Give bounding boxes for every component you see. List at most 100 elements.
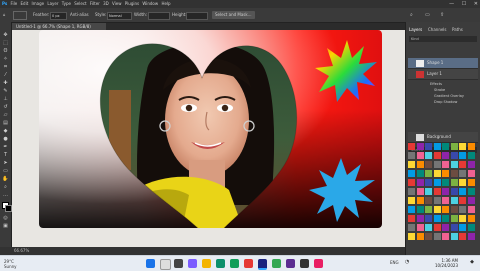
color-swatch[interactable] — [433, 197, 441, 204]
quick-mask-icon[interactable]: ◎ — [2, 215, 9, 221]
magic-wand-icon[interactable]: ✧ — [2, 56, 9, 62]
color-swatch[interactable] — [416, 188, 424, 195]
color-swatch[interactable] — [425, 233, 432, 240]
color-swatch[interactable] — [459, 197, 466, 204]
search-taskbar-icon[interactable] — [160, 259, 171, 270]
color-swatch[interactable] — [459, 161, 466, 168]
photoshop-taskbar-icon[interactable] — [258, 259, 267, 270]
background-color-swatch[interactable] — [5, 205, 12, 212]
menu-layer[interactable]: Layer — [47, 0, 58, 8]
color-swatch[interactable] — [450, 188, 458, 195]
weather-widget[interactable]: 29°C Sunny — [4, 259, 17, 269]
document-tab[interactable]: Untitled-1 @ 66.7% (Shape 1, RGB/8) — [12, 23, 106, 30]
wifi-icon[interactable]: ◔ — [405, 259, 409, 265]
color-swatch[interactable] — [433, 233, 441, 240]
color-swatch[interactable] — [425, 215, 432, 222]
color-swatch[interactable] — [442, 215, 449, 222]
color-swatch[interactable] — [433, 143, 441, 150]
color-swatch[interactable] — [416, 233, 424, 240]
color-swatch[interactable] — [425, 188, 432, 195]
color-swatch[interactable] — [442, 188, 449, 195]
menu-edit[interactable]: Edit — [21, 0, 29, 8]
eyedropper-icon[interactable]: ⁄ — [2, 72, 9, 78]
color-swatch[interactable] — [442, 206, 449, 213]
color-swatch[interactable] — [450, 224, 458, 231]
color-swatch[interactable] — [442, 197, 449, 204]
color-swatch[interactable] — [408, 179, 415, 186]
select-and-mask-button[interactable]: Select and Mask... — [212, 11, 255, 19]
color-swatch[interactable] — [467, 233, 475, 240]
feather-input[interactable]: 0 px — [50, 12, 67, 20]
lasso-icon[interactable]: ʘ — [2, 48, 9, 54]
home-icon[interactable]: ⌂ — [3, 11, 6, 19]
color-swatch[interactable] — [459, 206, 466, 213]
menu-plugins[interactable]: Plugins — [125, 0, 139, 8]
history-brush-icon[interactable]: ↺ — [2, 104, 9, 110]
menu-view[interactable]: View — [112, 0, 122, 8]
color-swatch[interactable] — [467, 197, 475, 204]
color-swatch[interactable] — [425, 197, 432, 204]
color-swatch[interactable] — [459, 179, 466, 186]
color-swatch[interactable] — [416, 224, 424, 231]
color-swatch[interactable] — [408, 215, 415, 222]
blue-starburst-shape[interactable] — [309, 158, 375, 222]
more-tools-icon[interactable]: … — [2, 192, 9, 198]
color-swatch[interactable] — [408, 152, 415, 159]
color-swatch[interactable] — [408, 224, 415, 231]
marquee-tool-icon[interactable] — [13, 11, 27, 20]
color-swatch[interactable] — [408, 170, 415, 177]
dodge-icon[interactable]: ● — [2, 136, 9, 142]
menu-image[interactable]: Image — [32, 0, 45, 8]
hand-icon[interactable]: ✋ — [2, 176, 9, 182]
document-canvas[interactable] — [39, 30, 382, 228]
color-swatch[interactable] — [425, 224, 432, 231]
edge-browser-icon[interactable] — [216, 259, 225, 268]
color-swatch[interactable] — [442, 179, 449, 186]
menu-type[interactable]: Type — [62, 0, 71, 8]
maximize-button[interactable]: ☐ — [462, 1, 466, 7]
color-swatch[interactable] — [467, 179, 475, 186]
color-swatch[interactable] — [450, 215, 458, 222]
menu-file[interactable]: File — [11, 0, 18, 8]
screen-mode-icon[interactable]: ▣ — [2, 223, 9, 229]
close-button[interactable]: ✕ — [474, 1, 478, 7]
layer-row-shape1[interactable]: Shape 1 — [408, 58, 478, 69]
zoom-icon[interactable]: ⌕ — [2, 184, 9, 190]
pen-icon[interactable]: ✒ — [2, 144, 9, 150]
color-swatch[interactable] — [459, 170, 466, 177]
app-icon[interactable] — [286, 259, 295, 268]
color-swatch[interactable] — [450, 161, 458, 168]
color-swatch[interactable] — [425, 206, 432, 213]
share-icon[interactable]: ⇪ — [440, 11, 444, 19]
color-swatch[interactable] — [467, 170, 475, 177]
color-swatch[interactable] — [442, 143, 449, 150]
move-icon[interactable]: ✥ — [2, 32, 9, 38]
color-swatch[interactable] — [433, 161, 441, 168]
chat-icon[interactable] — [188, 259, 197, 268]
zoom-level[interactable]: 66.67% — [14, 248, 29, 253]
brush-icon[interactable]: ✎ — [2, 88, 9, 94]
menu-select[interactable]: Select — [74, 0, 86, 8]
color-swatch[interactable] — [416, 161, 424, 168]
color-swatch[interactable] — [416, 206, 424, 213]
workspace-icon[interactable]: ▭ — [425, 11, 430, 19]
color-swatch[interactable] — [442, 152, 449, 159]
color-swatch[interactable] — [416, 197, 424, 204]
color-swatch[interactable] — [433, 152, 441, 159]
color-swatch[interactable] — [433, 215, 441, 222]
color-swatch[interactable] — [425, 179, 432, 186]
color-swatch[interactable] — [416, 143, 424, 150]
color-swatch[interactable] — [433, 206, 441, 213]
type-icon[interactable]: T — [2, 152, 9, 158]
color-swatch[interactable] — [459, 152, 466, 159]
effect-drop-shadow[interactable]: Drop Shadow — [434, 100, 457, 104]
color-swatch[interactable] — [450, 179, 458, 186]
color-swatch[interactable] — [433, 170, 441, 177]
color-swatch[interactable] — [467, 152, 475, 159]
shape-icon[interactable]: ▭ — [2, 168, 9, 174]
color-swatch[interactable] — [416, 170, 424, 177]
color-swatch[interactable] — [459, 233, 466, 240]
color-swatch[interactable] — [425, 170, 432, 177]
effect-gradient-overlay[interactable]: Gradient Overlay — [434, 94, 464, 98]
color-swatch[interactable] — [442, 161, 449, 168]
